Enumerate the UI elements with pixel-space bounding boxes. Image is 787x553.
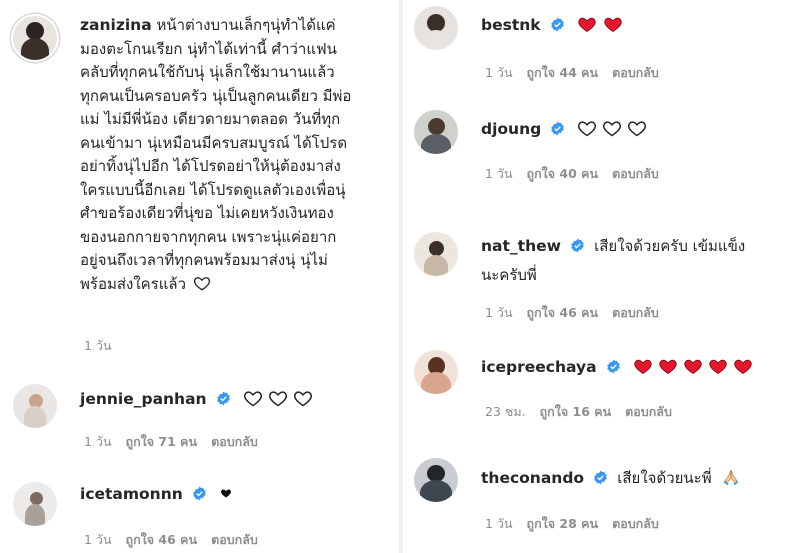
comment-meta: 1 วัน ถูกใจ 40 คน ตอบกลับ (485, 164, 659, 184)
verified-badge-icon (550, 17, 564, 32)
outline-heart-icon (603, 121, 622, 137)
likes-count[interactable]: ถูกใจ 40 คน (527, 164, 599, 184)
comment-text-continued: นะครับพี่ (481, 266, 537, 284)
timestamp: 1 วัน (84, 434, 112, 449)
comment-meta: 1 วัน ถูกใจ 71 คน ตอบกลับ (84, 432, 258, 452)
folded-hands-icon (723, 470, 739, 486)
avatar[interactable] (13, 482, 57, 526)
likes-count[interactable]: ถูกใจ 28 คน (527, 514, 599, 534)
avatar[interactable] (13, 16, 57, 60)
reply-button[interactable]: ตอบกลับ (625, 402, 672, 422)
avatar[interactable] (414, 110, 458, 154)
reply-button[interactable]: ตอบกลับ (612, 514, 659, 534)
comment-meta: 1 วัน ถูกใจ 28 คน ตอบกลับ (485, 514, 659, 534)
timestamp: 1 วัน (485, 166, 513, 181)
username[interactable]: nat_thew (481, 237, 561, 255)
verified-badge-icon (571, 238, 584, 253)
avatar[interactable] (414, 232, 458, 276)
verified-badge-icon (193, 486, 206, 501)
avatar[interactable] (414, 350, 458, 394)
red-heart-icon (659, 359, 677, 374)
avatar[interactable] (414, 458, 458, 502)
panel-divider (399, 0, 403, 553)
right-comment-panel: bestnk 1 วัน ถูกใจ 44 คน ตอบกลับ djoung (404, 0, 787, 553)
reply-button[interactable]: ตอบกลับ (612, 303, 659, 323)
verified-badge-icon (594, 470, 607, 485)
reply-button[interactable]: ตอบกลับ (612, 63, 659, 83)
heart-emojis (242, 388, 314, 408)
outline-heart-icon (243, 391, 262, 407)
username[interactable]: jennie_panhan (80, 390, 207, 408)
outline-heart-icon (628, 121, 647, 137)
heart-emojis (576, 14, 624, 34)
likes-count[interactable]: ถูกใจ 71 คน (126, 432, 198, 452)
reply-button[interactable]: ตอบกลับ (612, 164, 659, 184)
timestamp: 1 วัน (485, 305, 513, 320)
comment-text: เสียใจด้วยครับ เข้มแข็ง (594, 237, 746, 255)
outline-heart-icon (268, 391, 287, 407)
heart-emojis (632, 356, 754, 376)
reply-button[interactable]: ตอบกลับ (211, 530, 258, 550)
red-heart-icon (578, 17, 596, 32)
red-heart-icon (604, 17, 622, 32)
timestamp: 1 วัน (485, 65, 513, 80)
timestamp: 1 วัน (84, 338, 112, 353)
heart-emojis (576, 118, 648, 138)
comment-meta: 1 วัน ถูกใจ 44 คน ตอบกลับ (485, 63, 659, 83)
left-comment-panel: zanizina หน้าต่างบานเล็กๆนุ่ทำได้แค่ มอง… (0, 0, 398, 553)
outline-heart-icon (193, 276, 210, 291)
username[interactable]: theconando (481, 469, 584, 487)
likes-count[interactable]: ถูกใจ 46 คน (527, 303, 599, 323)
likes-count[interactable]: ถูกใจ 16 คน (540, 402, 612, 422)
outline-heart-icon (293, 391, 312, 407)
red-heart-icon (709, 359, 727, 374)
avatar[interactable] (414, 6, 458, 50)
username[interactable]: bestnk (481, 16, 541, 34)
timestamp: 1 วัน (485, 516, 513, 531)
username[interactable]: icetamonnn (80, 485, 183, 503)
username[interactable]: djoung (481, 120, 541, 138)
avatar[interactable] (13, 384, 57, 428)
outline-heart-icon (578, 121, 597, 137)
red-heart-icon (734, 359, 752, 374)
verified-badge-icon (606, 359, 620, 374)
comment-meta: 23 ชม. ถูกใจ 16 คน ตอบกลับ (485, 402, 672, 422)
comment-text: zanizina หน้าต่างบานเล็กๆนุ่ทำได้แค่ มอง… (80, 16, 352, 293)
timestamp: 23 ชม. (485, 404, 526, 419)
timestamp: 1 วัน (84, 532, 112, 547)
likes-count[interactable]: ถูกใจ 46 คน (126, 530, 198, 550)
username[interactable]: icepreechaya (481, 358, 597, 376)
black-heart-icon (221, 489, 231, 498)
comment-meta: 1 วัน (84, 336, 112, 356)
verified-badge-icon (216, 391, 230, 406)
red-heart-icon (684, 359, 702, 374)
verified-badge-icon (551, 121, 565, 136)
likes-count[interactable]: ถูกใจ 44 คน (527, 63, 599, 83)
comment-meta: 1 วัน ถูกใจ 46 คน ตอบกลับ (485, 303, 659, 323)
username[interactable]: zanizina (80, 16, 152, 34)
reply-button[interactable]: ตอบกลับ (211, 432, 258, 452)
comment-text: เสียใจด้วยนะพี่ (617, 469, 712, 487)
red-heart-icon (634, 359, 652, 374)
comment-meta: 1 วัน ถูกใจ 46 คน ตอบกลับ (84, 530, 258, 550)
